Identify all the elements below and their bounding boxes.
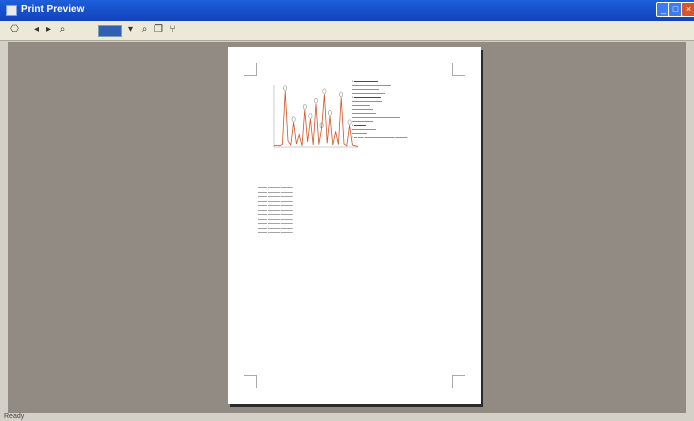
zoom-out-icon: ⌕: [141, 24, 148, 35]
zoom-in-icon: ⌕: [59, 24, 66, 35]
chromatogram-chart: [260, 79, 360, 169]
close-icon: ×: [685, 4, 692, 14]
window-title: Print Preview: [21, 4, 85, 15]
crop-mark-bottom-right: [452, 375, 465, 388]
close-button[interactable]: ×: [681, 2, 694, 17]
chart-peak-marker: [347, 119, 352, 125]
page-setup-button[interactable]: ❐: [152, 23, 165, 37]
nav-forward-icon: ▸: [45, 24, 52, 35]
zoom-dropdown-button[interactable]: ▾: [124, 23, 137, 37]
chart-peak-marker: [339, 91, 343, 98]
preview-page: ▪ ▬▬▬▬▬▬▬▬ ▬▬▬▬▬▬▬▬▬▬▬▬▬ ▬▬▬▬▬▬▬▬▬ ▬▬▬▬▬…: [228, 47, 481, 404]
preview-toolbar: ⎔ ◂ ▸ ⌕ ▾ ⌕ ❐ ⑂: [0, 21, 694, 41]
export-icon: ⑂: [169, 24, 176, 35]
next-page-button[interactable]: ▸: [42, 23, 55, 37]
chart-peak-marker: [308, 113, 313, 119]
zoom-dropdown-icon: ▾: [127, 24, 134, 35]
status-text: Ready: [4, 413, 25, 420]
chart-peak-marker: [314, 98, 318, 104]
results-table: ▬▬▬ ▬▬▬▬ ▬▬▬▬ ▬▬▬ ▬▬▬▬ ▬▬▬▬ ▬▬▬ ▬▬▬▬ ▬▬▬▬ ▬…: [258, 185, 348, 235]
chart-peak-marker: [283, 85, 288, 91]
crop-mark-top-right: [452, 63, 465, 76]
info-panel: ▪ ▬▬▬▬▬▬▬▬ ▬▬▬▬▬▬▬▬▬▬▬▬▬ ▬▬▬▬▬▬▬▬▬ ▬▬▬▬▬…: [352, 79, 462, 189]
preview-workspace[interactable]: ▪ ▬▬▬▬▬▬▬▬ ▬▬▬▬▬▬▬▬▬▬▬▬▬ ▬▬▬▬▬▬▬▬▬ ▬▬▬▬▬…: [8, 42, 686, 413]
chart-peak-marker: [291, 116, 296, 122]
chart-svg: [273, 85, 359, 148]
zoom-out-button[interactable]: ⌕: [138, 23, 151, 37]
crop-mark-top-left: [244, 63, 257, 76]
chart-peak-marker: [328, 110, 332, 116]
print-button[interactable]: ⎔: [8, 23, 21, 37]
chart-peak-marker: [322, 88, 327, 94]
status-bar: Ready: [0, 413, 694, 421]
export-button[interactable]: ⑂: [166, 23, 179, 37]
chart-peak-marker: [303, 104, 307, 110]
table-row: ▬▬▬ ▬▬▬▬ ▬▬▬▬: [258, 230, 293, 234]
zoom-in-button[interactable]: ⌕: [56, 23, 69, 37]
page-setup-icon: ❐: [154, 24, 163, 35]
title-bar: Print Preview _ □ ×: [0, 0, 694, 21]
app-icon: [6, 5, 17, 16]
panel-row: ▪ ▬ ▬▬ ▬▬▬▬▬▬▬▬▬▬ ▬▬▬▬: [352, 135, 408, 139]
zoom-select[interactable]: [98, 25, 122, 37]
nav-back-icon: ◂: [33, 24, 40, 35]
crop-mark-bottom-left: [244, 375, 257, 388]
print-icon: ⎔: [10, 24, 19, 35]
chart-series-line: [273, 91, 359, 147]
